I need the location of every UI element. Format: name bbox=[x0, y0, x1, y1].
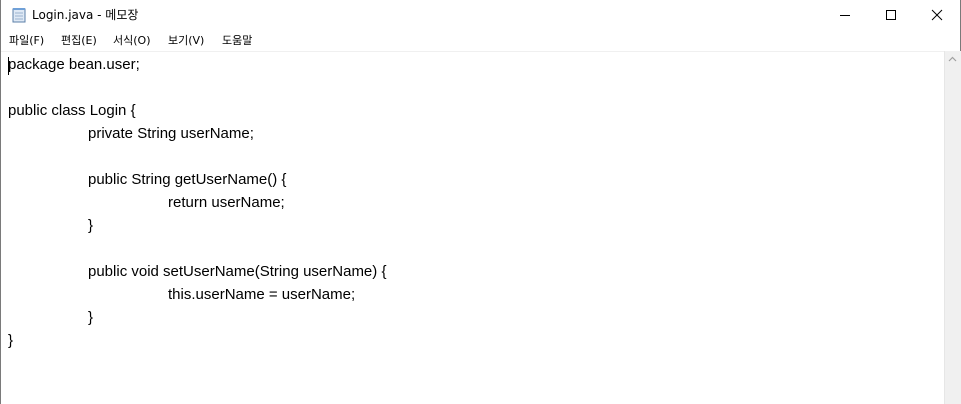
code-line: private String userName; bbox=[88, 125, 254, 142]
code-line: this.userName = userName; bbox=[168, 286, 356, 303]
text-editor[interactable]: package bean.user; public class Login { … bbox=[1, 51, 944, 404]
vertical-scrollbar[interactable] bbox=[944, 51, 961, 404]
code-line: public String getUserName() { bbox=[88, 171, 287, 188]
code-line: return userName; bbox=[168, 194, 285, 211]
code-line: public void setUserName(String userName)… bbox=[88, 263, 387, 280]
notepad-window: Login.java - 메모장 파일(F) 편집(E) 서식(O) 보기(V)… bbox=[0, 0, 961, 404]
code-line: } bbox=[8, 332, 14, 349]
window-title: Login.java - 메모장 bbox=[32, 8, 139, 22]
notepad-icon bbox=[12, 7, 26, 23]
maximize-icon bbox=[886, 10, 896, 20]
menu-bar: 파일(F) 편집(E) 서식(O) 보기(V) 도움말 bbox=[1, 31, 960, 51]
code-line: } bbox=[88, 309, 94, 326]
scroll-up-button[interactable] bbox=[945, 51, 961, 68]
minimize-button[interactable] bbox=[822, 0, 868, 30]
code-line: package bean.user; bbox=[8, 56, 140, 73]
maximize-button[interactable] bbox=[868, 0, 914, 30]
chevron-up-icon bbox=[948, 56, 957, 62]
menu-help[interactable]: 도움말 bbox=[220, 32, 254, 50]
menu-file[interactable]: 파일(F) bbox=[7, 32, 46, 50]
close-icon bbox=[931, 9, 943, 21]
minimize-icon bbox=[840, 15, 850, 16]
code-line: public class Login { bbox=[8, 102, 136, 119]
menu-edit[interactable]: 편집(E) bbox=[59, 32, 99, 50]
menu-view[interactable]: 보기(V) bbox=[166, 32, 206, 50]
menu-format[interactable]: 서식(O) bbox=[111, 32, 152, 50]
title-bar[interactable]: Login.java - 메모장 bbox=[1, 0, 960, 31]
code-line: } bbox=[88, 217, 94, 234]
close-button[interactable] bbox=[914, 0, 960, 30]
